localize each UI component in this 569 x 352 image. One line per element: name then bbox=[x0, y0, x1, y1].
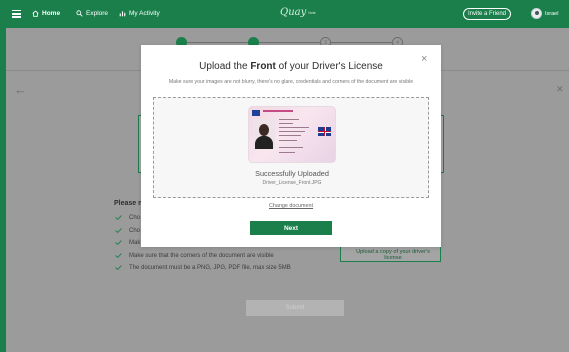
uk-flag-icon bbox=[318, 127, 331, 136]
check-icon bbox=[115, 227, 122, 233]
nav-explore-label: Explore bbox=[86, 10, 109, 17]
eu-flag-icon bbox=[252, 110, 260, 116]
requirement-text: Mak bbox=[129, 240, 141, 246]
requirement-item: The document must be a PNG, JPG, PDF fil… bbox=[114, 262, 291, 275]
submit-button[interactable]: Submit bbox=[246, 300, 344, 316]
change-document-link[interactable]: Change document bbox=[141, 203, 441, 209]
avatar[interactable] bbox=[531, 8, 542, 19]
hamburger-menu-icon[interactable] bbox=[12, 10, 21, 18]
nav-home-label: Home bbox=[42, 10, 61, 17]
next-button[interactable]: Next bbox=[250, 221, 332, 235]
check-icon bbox=[115, 240, 122, 245]
requirements-title: Please m bbox=[114, 200, 145, 207]
search-icon bbox=[76, 10, 83, 17]
requirement-item: Make sure that the corners of the docume… bbox=[114, 250, 291, 263]
username-label[interactable]: Israel bbox=[545, 11, 558, 17]
license-header-band bbox=[263, 110, 293, 112]
invite-friend-button[interactable]: Invite a Friend bbox=[463, 8, 511, 20]
license-photo bbox=[253, 119, 275, 149]
requirement-text: Cho bbox=[129, 215, 141, 221]
back-arrow-icon[interactable]: ← bbox=[14, 82, 27, 97]
bar-chart-icon bbox=[119, 11, 126, 17]
top-nav-bar: Home Explore My Activity Quay Note Invite… bbox=[0, 0, 569, 28]
modal-title: Upload the Front of your Driver's Licens… bbox=[141, 61, 441, 72]
check-icon bbox=[115, 265, 122, 270]
modal-title-bold: Front bbox=[250, 61, 276, 72]
upload-status: Successfully Uploaded bbox=[255, 169, 329, 178]
page-close-icon[interactable]: ✕ bbox=[556, 84, 564, 95]
nav-home[interactable]: Home bbox=[32, 10, 60, 17]
home-icon bbox=[32, 10, 39, 17]
step-connector bbox=[187, 42, 248, 43]
uploaded-file-name: Driver_License_Front.JPG bbox=[262, 180, 322, 186]
app-logo[interactable]: Quay Note bbox=[280, 7, 316, 18]
requirement-text: The document must be a PNG, JPG, PDF fil… bbox=[129, 265, 291, 271]
check-icon bbox=[115, 215, 122, 220]
requirement-text: Make sure that the corners of the docume… bbox=[129, 252, 274, 259]
logo-text: Quay bbox=[280, 7, 307, 18]
nav-my-activity[interactable]: My Activity bbox=[119, 10, 160, 17]
upload-license-card-text: Upload a copy of your driver's license bbox=[356, 249, 430, 261]
upload-dropzone[interactable]: Successfully Uploaded Driver_License_Fro… bbox=[153, 97, 429, 198]
step-connector bbox=[331, 42, 392, 43]
step-connector bbox=[259, 42, 320, 43]
modal-subtitle: Make sure your images are not blurry, th… bbox=[168, 79, 414, 85]
requirement-text: Cho bbox=[129, 227, 141, 234]
license-preview-image bbox=[249, 107, 335, 162]
left-accent-strip bbox=[0, 28, 6, 352]
nav-explore[interactable]: Explore bbox=[76, 10, 108, 17]
logo-subtext: Note bbox=[308, 11, 316, 15]
modal-title-post: of your Driver's License bbox=[275, 61, 383, 72]
check-icon bbox=[115, 252, 122, 258]
nav-activity-label: My Activity bbox=[129, 10, 160, 17]
modal-title-pre: Upload the bbox=[199, 61, 251, 72]
upload-modal: × Upload the Front of your Driver's Lice… bbox=[141, 45, 441, 247]
